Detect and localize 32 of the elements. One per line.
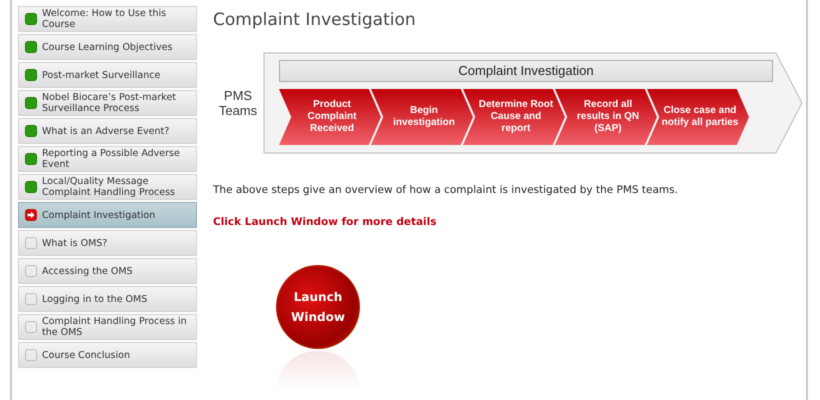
complete-status-icon [25, 13, 37, 25]
empty-status-icon [25, 265, 37, 277]
process-header: Complaint Investigation [279, 60, 773, 82]
sidebar-item[interactable]: Accessing the OMS [18, 258, 197, 284]
launch-window-button[interactable]: Launch Window [276, 265, 360, 349]
sidebar-item[interactable]: Complaint Handling Process in the OMS [18, 314, 197, 340]
complete-status-icon [25, 153, 37, 165]
sidebar-item[interactable]: Post-market Surveillance [18, 62, 197, 88]
arrow-status-icon [25, 209, 37, 221]
sidebar-item[interactable]: Reporting a Possible Adverse Event [18, 146, 197, 172]
sidebar-item[interactable]: Local/Quality Message Complaint Handling Process [18, 174, 197, 200]
sidebar-item[interactable]: Welcome: How to Use this Course [18, 6, 197, 32]
empty-status-icon [25, 293, 37, 305]
complete-status-icon [25, 69, 37, 81]
complete-status-icon [25, 41, 37, 53]
sidebar-item[interactable]: Nobel Biocare’s Post-market Surveillance Process [18, 90, 197, 116]
sidebar-item[interactable]: Course Conclusion [18, 342, 197, 368]
complete-status-icon [25, 181, 37, 193]
sidebar-item[interactable]: Complaint Investigation [18, 202, 197, 228]
sidebar-item[interactable]: What is an Adverse Event? [18, 118, 197, 144]
sidebar-item[interactable]: What is OMS? [18, 230, 197, 256]
sidebar-item[interactable]: Course Learning Objectives [18, 34, 197, 60]
complete-status-icon [25, 125, 37, 137]
complete-status-icon [25, 97, 37, 109]
description-text: The above steps give an overview of how a complaint is investigated by the PMS teams. [213, 184, 679, 196]
page-title: Complaint Investigation [213, 10, 417, 30]
row-label: PMS Teams [218, 88, 258, 118]
empty-status-icon [25, 237, 37, 249]
empty-status-icon [25, 349, 37, 361]
empty-status-icon [25, 321, 37, 333]
sidebar-item[interactable]: Logging in to the OMS [18, 286, 197, 312]
instruction-text: Click Launch Window for more details [213, 216, 438, 228]
